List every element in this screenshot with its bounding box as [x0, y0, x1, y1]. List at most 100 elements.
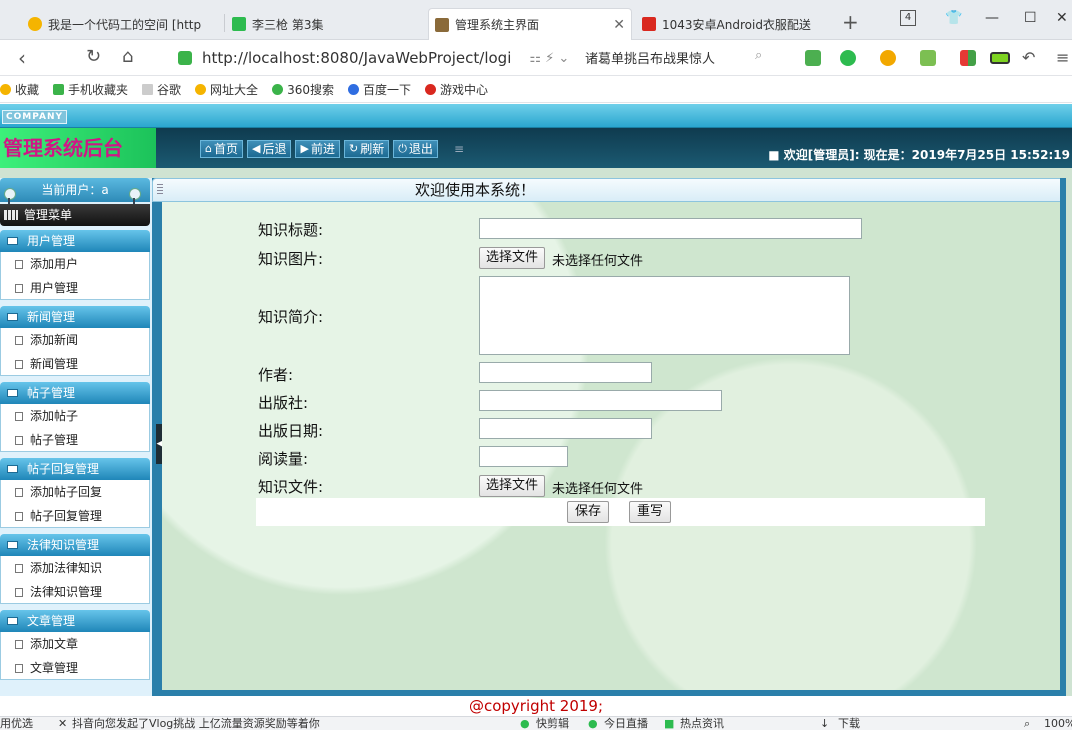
image-file-status: 未选择任何文件: [552, 254, 644, 269]
author-input[interactable]: [479, 362, 652, 383]
menu-group-title[interactable]: 文章管理: [0, 610, 150, 632]
group-title-label: 帖子管理: [27, 386, 76, 400]
menu-item-add-post[interactable]: 添加帖子: [0, 404, 150, 428]
status-zoom[interactable]: 100%: [1044, 717, 1072, 730]
reader-icon[interactable]: ⚏ ⚡ ⌄: [529, 51, 569, 66]
tab-count-badge[interactable]: 4: [900, 10, 916, 26]
panel-icon: [7, 237, 18, 245]
status-news[interactable]: 抖音向您发起了Vlog挑战 上亿流量资源奖励等着你: [72, 717, 320, 730]
doc-icon: [15, 564, 23, 573]
menu-item-manage-post[interactable]: 帖子管理: [0, 428, 150, 452]
menu-item-manage-user[interactable]: 用户管理: [0, 276, 150, 300]
save-button[interactable]: 保存: [567, 501, 610, 523]
title-input[interactable]: [479, 218, 862, 239]
browser-tab-2[interactable]: 李三枪 第3集: [226, 8, 426, 40]
menu-header: 管理菜单: [0, 204, 150, 226]
nav-back-button[interactable]: ◀ 后退: [247, 140, 292, 158]
menu-group-articles: 文章管理 添加文章 文章管理: [0, 610, 150, 680]
image-choose-file-button[interactable]: 选择文件: [479, 247, 546, 269]
translate-icon[interactable]: [840, 50, 856, 66]
new-tab-button[interactable]: +: [842, 10, 859, 34]
back-icon[interactable]: ‹: [18, 46, 26, 70]
intro-textarea[interactable]: [479, 276, 850, 355]
extension-icon[interactable]: [805, 50, 821, 66]
game-icon[interactable]: [920, 50, 936, 66]
bookmark-360[interactable]: 360搜索: [272, 81, 334, 98]
admin-app: COMPANY 管理系统后台 ⌂ 首页 ◀ 后退 ▶ 前进 ↻ 刷新 ⏻ 退出 ≡ ■ 欢…: [0, 104, 1072, 730]
menu-item-label: 添加用户: [30, 257, 79, 271]
browser-tab-4[interactable]: 1043安卓Android衣服配送: [636, 8, 832, 40]
url-field[interactable]: http://localhost:8080/JavaWebProject/log…: [178, 45, 573, 71]
image-label: 知识图片:: [258, 250, 324, 268]
maximize-icon[interactable]: ☐: [1024, 10, 1037, 26]
compass-icon: [195, 84, 207, 95]
tab-title: 管理系统主界面: [455, 18, 540, 32]
menu-item-manage-reply[interactable]: 帖子回复管理: [0, 504, 150, 528]
close-news-icon[interactable]: ✕: [58, 717, 67, 730]
bookmark-favorites[interactable]: 收藏: [0, 81, 39, 98]
reads-input[interactable]: [479, 446, 568, 467]
doc-icon: [15, 436, 23, 445]
window-close-icon[interactable]: ✕: [1056, 10, 1068, 26]
menu-item-manage-article[interactable]: 文章管理: [0, 656, 150, 680]
menu-group-title[interactable]: 法律知识管理: [0, 534, 150, 556]
file-choose-file-button[interactable]: 选择文件: [479, 475, 546, 497]
minimize-icon[interactable]: —: [985, 10, 999, 26]
menu-item-add-user[interactable]: 添加用户: [0, 252, 150, 276]
menu-item-add-news[interactable]: 添加新闻: [0, 328, 150, 352]
bookmarks-bar: 收藏 手机收藏夹 谷歌 网址大全 360搜索 百度一下 游戏中心: [0, 77, 1072, 103]
bookmark-sites[interactable]: 网址大全: [195, 81, 258, 98]
status-left[interactable]: 用优选: [0, 717, 33, 730]
nav-home-button[interactable]: ⌂ 首页: [200, 140, 243, 158]
bookmark-mobile[interactable]: 手机收藏夹: [53, 81, 128, 98]
grid-icon: [4, 210, 18, 220]
battery-icon[interactable]: [990, 52, 1010, 64]
menu-group-title[interactable]: 用户管理: [0, 230, 150, 252]
nav-buttons: ⌂ 首页 ◀ 后退 ▶ 前进 ↻ 刷新 ⏻ 退出: [200, 140, 442, 158]
menu-group-title[interactable]: 帖子管理: [0, 382, 150, 404]
menu-group-title[interactable]: 帖子回复管理: [0, 458, 150, 480]
menu-item-manage-law[interactable]: 法律知识管理: [0, 580, 150, 604]
nav-logout-button[interactable]: ⏻ 退出: [393, 140, 438, 158]
skin-icon[interactable]: 👕: [945, 10, 962, 26]
coin-icon[interactable]: [880, 50, 896, 66]
live-icon: ●: [588, 717, 598, 730]
publisher-input[interactable]: [479, 390, 722, 411]
intro-label: 知识简介:: [258, 308, 324, 326]
menu-item-add-article[interactable]: 添加文章: [0, 632, 150, 656]
browser-tab-1[interactable]: 我是一个代码工的空间 [http: [22, 8, 222, 40]
bookmark-baidu[interactable]: 百度一下: [347, 81, 411, 98]
menu-item-manage-news[interactable]: 新闻管理: [0, 352, 150, 376]
status-item-clip[interactable]: 快剪辑: [536, 717, 569, 730]
search-field[interactable]: 诸葛单挑吕布战果惊人: [585, 48, 775, 67]
company-strip: COMPANY: [0, 104, 1072, 128]
file-status: 未选择任何文件: [552, 482, 644, 497]
menu-icon[interactable]: ≡: [1056, 48, 1069, 67]
reset-button[interactable]: 重写: [629, 501, 672, 523]
browser-tab-bar: 我是一个代码工的空间 [http 李三枪 第3集 管理系统主界面 ✕ 1043安…: [0, 0, 1072, 40]
star-favicon-icon: [28, 17, 42, 31]
nav-refresh-button[interactable]: ↻ 刷新: [343, 140, 390, 158]
menu-group-title[interactable]: 新闻管理: [0, 306, 150, 328]
status-item-live[interactable]: 今日直播: [604, 717, 648, 730]
browser-tab-3-active[interactable]: 管理系统主界面 ✕: [428, 8, 632, 40]
arrow-left-icon: ◀: [252, 142, 261, 155]
menu-item-add-reply[interactable]: 添加帖子回复: [0, 480, 150, 504]
undo-icon[interactable]: ↶: [1022, 48, 1035, 67]
company-badge: COMPANY: [2, 110, 67, 124]
panel-icon: [7, 313, 18, 321]
status-download[interactable]: 下载: [838, 717, 860, 730]
bookmark-google[interactable]: 谷歌: [142, 81, 181, 98]
reload-icon[interactable]: ↻: [86, 46, 101, 67]
bookmark-games[interactable]: 游戏中心: [424, 81, 488, 98]
menu-group-law: 法律知识管理 添加法律知识 法律知识管理: [0, 534, 150, 604]
close-tab-icon[interactable]: ✕: [613, 17, 625, 33]
status-item-news[interactable]: 热点资讯: [680, 717, 724, 730]
home-icon[interactable]: ⌂: [122, 46, 133, 67]
pubdate-input[interactable]: [479, 418, 652, 439]
nav-forward-button[interactable]: ▶ 前进: [295, 140, 340, 158]
menu-item-add-law[interactable]: 添加法律知识: [0, 556, 150, 580]
panel-icon: [7, 541, 18, 549]
apps-icon[interactable]: [960, 50, 976, 66]
search-icon[interactable]: ⌕: [755, 48, 762, 63]
